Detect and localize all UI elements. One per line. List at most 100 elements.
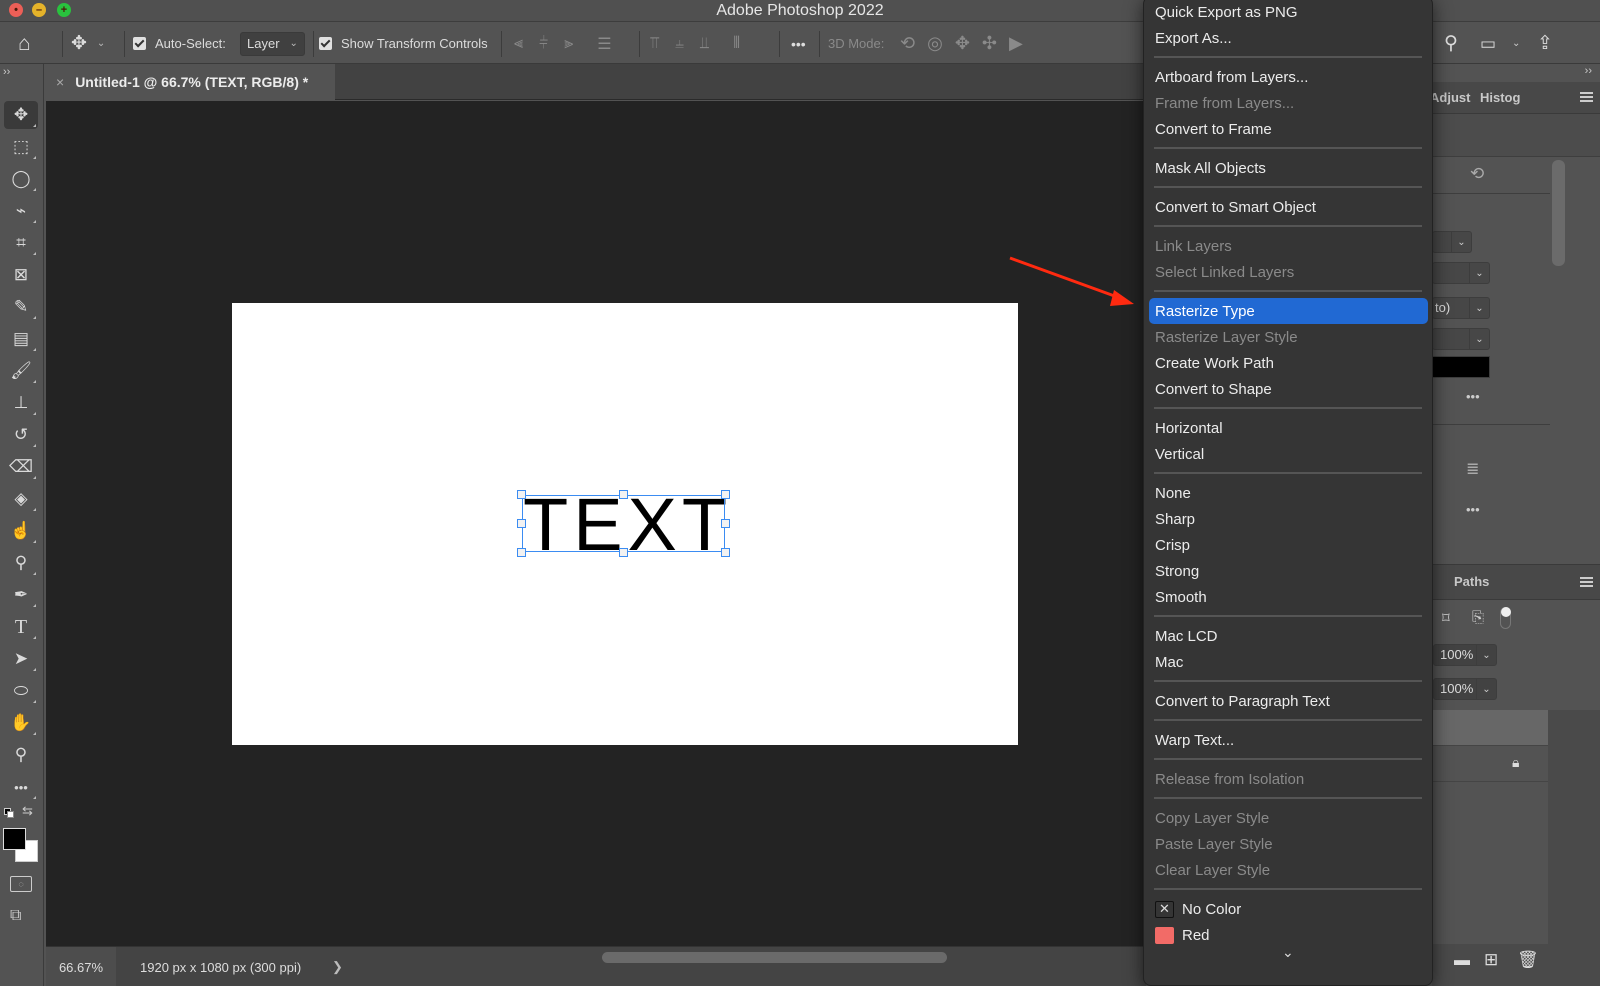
menu-item-none[interactable]: None: [1149, 480, 1428, 506]
transform-handle[interactable]: [517, 490, 526, 499]
type-tool[interactable]: T: [4, 613, 38, 641]
menu-item-strong[interactable]: Strong: [1149, 558, 1428, 584]
menu-item-mac[interactable]: Mac: [1149, 649, 1428, 675]
opacity-field[interactable]: 100% ⌄: [1433, 644, 1497, 666]
align-top-icon[interactable]: ⫪: [650, 35, 659, 53]
3d-slide-icon[interactable]: ✣: [982, 33, 997, 54]
status-more-button[interactable]: ❯: [332, 959, 343, 975]
align-bottom-icon[interactable]: ⫫: [700, 35, 709, 53]
distribute-horizontal-icon[interactable]: ⦀: [733, 35, 740, 53]
home-icon[interactable]: ⌂: [18, 23, 31, 64]
crop-tool[interactable]: ⌗: [4, 229, 38, 257]
collapse-toolbar-icon[interactable]: ››: [3, 66, 10, 78]
panel-menu-icon[interactable]: [1580, 92, 1593, 102]
align-left-icon[interactable]: ⫷: [514, 35, 523, 53]
workspace-icon[interactable]: ▭: [1480, 23, 1496, 64]
tab-paths[interactable]: Paths: [1454, 574, 1489, 589]
paragraph-align-icon[interactable]: ≣: [1466, 462, 1479, 478]
layer-row-text[interactable]: [1432, 710, 1548, 746]
vertical-scrollbar[interactable]: [1552, 160, 1565, 266]
more-options-button[interactable]: •••: [791, 23, 806, 64]
font-style-select[interactable]: ⌄: [1432, 262, 1490, 284]
path-select-tool[interactable]: ➤: [4, 645, 38, 673]
dodge-tool[interactable]: ⚲: [4, 549, 38, 577]
layer-row-background[interactable]: 🔒︎: [1432, 746, 1548, 782]
reset-icon[interactable]: ⟲: [1470, 164, 1484, 184]
lasso-tool[interactable]: ◯: [4, 165, 38, 193]
foreground-color-swatch[interactable]: [3, 828, 26, 850]
menu-item-rasterize-type[interactable]: Rasterize Type: [1149, 298, 1428, 324]
transform-handle[interactable]: [619, 548, 628, 557]
smudge-tool[interactable]: ☝: [4, 517, 38, 545]
edit-toolbar[interactable]: •••: [4, 773, 38, 801]
close-tab-icon[interactable]: ×: [56, 74, 64, 90]
quick-select-tool[interactable]: ⌁: [4, 197, 38, 225]
lock-artboard-icon[interactable]: ⌑: [1442, 609, 1450, 627]
hand-tool[interactable]: ✋: [4, 709, 38, 737]
frame-tool[interactable]: ⊠: [4, 261, 38, 289]
healing-brush-tool[interactable]: ▤: [4, 325, 38, 353]
leading-select[interactable]: to) ⌄: [1432, 297, 1490, 319]
menu-item-horizontal[interactable]: Horizontal: [1149, 415, 1428, 441]
menu-item-create-work-path[interactable]: Create Work Path: [1149, 350, 1428, 376]
auto-select-dropdown[interactable]: Layer ⌄: [240, 31, 305, 56]
search-icon[interactable]: ⚲: [1444, 23, 1458, 64]
tab-histogram[interactable]: Histog: [1480, 90, 1520, 105]
distribute-vertical-icon[interactable]: ☰: [597, 34, 611, 54]
fill-field[interactable]: 100% ⌄: [1433, 678, 1497, 700]
delete-layer-icon[interactable]: 🗑︎: [1517, 950, 1539, 970]
menu-scroll-down-icon[interactable]: ⌄: [1282, 944, 1294, 961]
eraser-tool[interactable]: ⌫: [4, 453, 38, 481]
canvas-area[interactable]: TEXT: [46, 101, 1146, 946]
layers-scroll-track[interactable]: [1548, 710, 1600, 946]
3d-camera-icon[interactable]: ▶: [1009, 33, 1023, 54]
transform-handle[interactable]: [517, 548, 526, 557]
menu-item-vertical[interactable]: Vertical: [1149, 441, 1428, 467]
3d-pan-icon[interactable]: ✥: [955, 33, 970, 54]
menu-item-artboard-from-layers[interactable]: Artboard from Layers...: [1149, 64, 1428, 90]
menu-item-mask-all-objects[interactable]: Mask All Objects: [1149, 155, 1428, 181]
paint-bucket-tool[interactable]: ◈: [4, 485, 38, 513]
clone-stamp-tool[interactable]: ⊥: [4, 389, 38, 417]
transform-handle[interactable]: [721, 490, 730, 499]
zoom-tool[interactable]: ⚲: [4, 741, 38, 769]
menu-item-warp-text[interactable]: Warp Text...: [1149, 727, 1428, 753]
pen-tool[interactable]: ✒: [4, 581, 38, 609]
transform-handle[interactable]: [517, 519, 526, 528]
history-brush-tool[interactable]: ↺: [4, 421, 38, 449]
align-center-horizontal-icon[interactable]: ⫩: [539, 35, 548, 53]
more-character-options-icon[interactable]: •••: [1466, 389, 1480, 404]
transform-handle[interactable]: [721, 519, 730, 528]
align-middle-vertical-icon[interactable]: ⫨: [675, 35, 684, 53]
document-canvas[interactable]: TEXT: [232, 303, 1018, 745]
3d-roll-icon[interactable]: ◎: [927, 33, 943, 54]
menu-item-convert-to-frame[interactable]: Convert to Frame: [1149, 116, 1428, 142]
text-color-swatch[interactable]: [1432, 356, 1490, 378]
document-tab[interactable]: × Untitled-1 @ 66.7% (TEXT, RGB/8) *: [48, 64, 335, 100]
menu-item-convert-to-smart-object[interactable]: Convert to Smart Object: [1149, 194, 1428, 220]
menu-item-no-color[interactable]: ✕ No Color: [1149, 896, 1428, 922]
default-colors-icon[interactable]: [4, 808, 15, 819]
menu-item-mac-lcd[interactable]: Mac LCD: [1149, 623, 1428, 649]
tracking-select[interactable]: ⌄: [1432, 328, 1490, 350]
move-tool-preset-picker[interactable]: ✥ ⌄: [71, 23, 105, 64]
auto-select-checkbox[interactable]: [133, 37, 146, 50]
share-icon[interactable]: ⇪: [1537, 23, 1553, 64]
menu-item-convert-to-shape[interactable]: Convert to Shape: [1149, 376, 1428, 402]
menu-item-sharp[interactable]: Sharp: [1149, 506, 1428, 532]
quick-mask-icon[interactable]: ◌: [10, 876, 32, 892]
new-layer-icon[interactable]: ⊞: [1484, 950, 1498, 970]
menu-item-convert-to-paragraph-text[interactable]: Convert to Paragraph Text: [1149, 688, 1428, 714]
more-paragraph-options-icon[interactable]: •••: [1466, 502, 1480, 517]
eyedropper-tool[interactable]: ✎: [4, 293, 38, 321]
marquee-tool[interactable]: ⬚: [4, 133, 38, 161]
menu-item-crisp[interactable]: Crisp: [1149, 532, 1428, 558]
chevron-down-icon[interactable]: ⌄: [1512, 23, 1520, 64]
transform-bounding-box[interactable]: [517, 490, 730, 557]
layer-filter-toggle[interactable]: [1500, 607, 1511, 629]
brush-tool[interactable]: 🖌: [4, 357, 38, 385]
expand-panels-icon[interactable]: ››: [1585, 65, 1592, 77]
zoom-level[interactable]: 66.67%: [46, 947, 116, 986]
move-tool[interactable]: ✥: [4, 101, 38, 129]
new-group-folder-icon[interactable]: ▬: [1454, 952, 1470, 970]
